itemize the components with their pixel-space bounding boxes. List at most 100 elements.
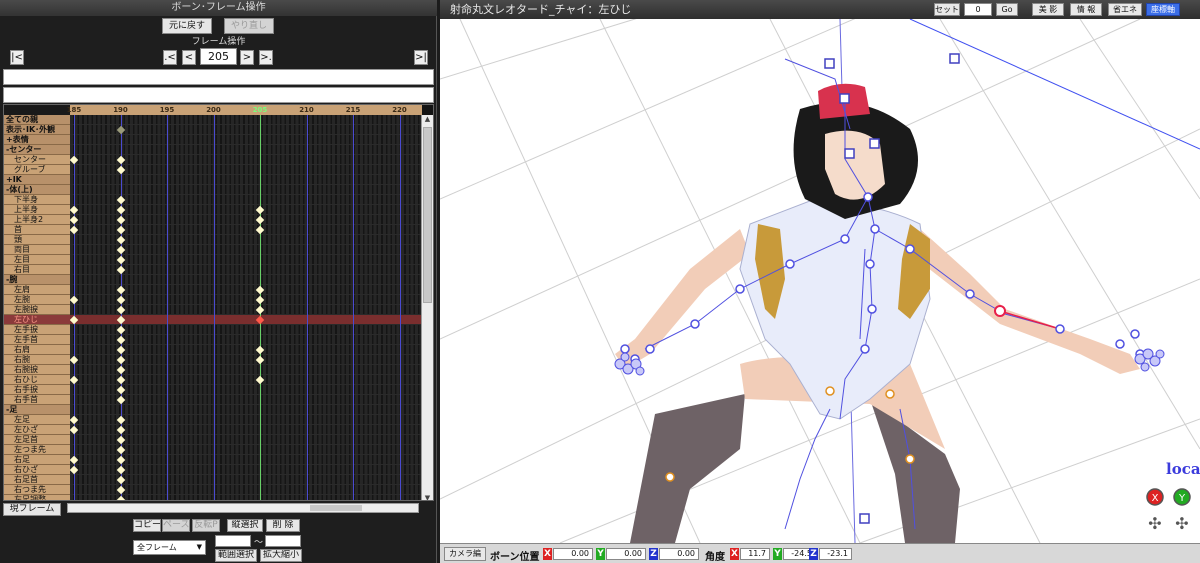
frame-ruler[interactable]: 185 190 195 200 205 210 215 220 bbox=[67, 105, 422, 115]
scroll-down-icon[interactable]: ▼ bbox=[422, 494, 433, 500]
bone-name-row[interactable]: 左目 bbox=[4, 255, 70, 265]
3d-viewport[interactable]: X Y ✣ ✣ local bbox=[440, 19, 1200, 543]
current-frame-button[interactable]: 現フレーム bbox=[3, 503, 61, 516]
prev-key-button[interactable]: .< bbox=[163, 50, 177, 65]
next-key-button[interactable]: >. bbox=[259, 50, 273, 65]
redo-button[interactable]: やり直し bbox=[224, 18, 274, 34]
set-frame-input[interactable]: 0 bbox=[964, 3, 992, 16]
left-elbow-joint[interactable] bbox=[994, 305, 1006, 317]
bone-name-row[interactable]: 右腕 bbox=[4, 355, 70, 365]
keyframe-row[interactable] bbox=[70, 275, 422, 285]
prev-frame-button[interactable]: < bbox=[182, 50, 196, 65]
bone-name-row[interactable]: 両目 bbox=[4, 245, 70, 255]
scale-button[interactable]: 拡大縮小 bbox=[260, 549, 302, 562]
timeline[interactable]: 全ての親 表示･IK･外観 +表情 -センター センター グルーブ +IK -体(上) 下半身上… bbox=[3, 104, 434, 501]
axis-toggle-button[interactable]: 座標軸 bbox=[1146, 3, 1180, 16]
bone-name-row[interactable]: 右ひじ bbox=[4, 375, 70, 385]
bone-name-row[interactable]: -センター bbox=[4, 145, 70, 155]
keyframe-grid[interactable] bbox=[70, 115, 422, 500]
bone-name-row[interactable]: グルーブ bbox=[4, 165, 70, 175]
next-frame-button[interactable]: > bbox=[240, 50, 254, 65]
bone-name-row[interactable]: 右目 bbox=[4, 265, 70, 275]
bone-name-row[interactable]: 左足調整 bbox=[4, 495, 70, 500]
go-button[interactable]: Go bbox=[996, 3, 1018, 16]
frame-gridline bbox=[306, 115, 308, 500]
rotate-y-gizmo[interactable]: Y bbox=[1173, 488, 1191, 506]
local-mode-label[interactable]: local bbox=[1166, 460, 1200, 478]
bone-name-row[interactable]: 全ての親 bbox=[4, 115, 70, 125]
range-end-input[interactable] bbox=[265, 535, 301, 547]
frame-gridline bbox=[353, 115, 354, 500]
copy-button[interactable]: コピー bbox=[133, 519, 161, 532]
bone-name-row[interactable]: 下半身 bbox=[4, 195, 70, 205]
undo-button[interactable]: 元に戻す bbox=[162, 18, 212, 34]
bone-name-row[interactable]: 右手捩 bbox=[4, 385, 70, 395]
timeline-hscroll[interactable] bbox=[67, 503, 419, 513]
bone-name-row[interactable]: 右手首 bbox=[4, 395, 70, 405]
keyframe-row[interactable] bbox=[70, 405, 422, 415]
pos-y-input[interactable]: 0.00 bbox=[606, 548, 646, 560]
angle-z-input[interactable]: -23.1 bbox=[819, 548, 852, 560]
pos-z-input[interactable]: 0.00 bbox=[659, 548, 699, 560]
bone-name-row[interactable]: 首 bbox=[4, 225, 70, 235]
bone-name-row[interactable]: 左腕 bbox=[4, 295, 70, 305]
bone-name-row[interactable]: 左手首 bbox=[4, 335, 70, 345]
eco-button[interactable]: 省エネ bbox=[1108, 3, 1142, 16]
frame-number-input[interactable]: 205 bbox=[200, 48, 237, 65]
range-select-button[interactable]: 範囲選択 bbox=[215, 549, 257, 562]
move-x-gizmo[interactable]: ✣ bbox=[1148, 514, 1161, 533]
bone-name-row[interactable]: 右足 bbox=[4, 455, 70, 465]
bone-name-row[interactable]: 左ひざ bbox=[4, 425, 70, 435]
camera-edit-button[interactable]: カメラ編 bbox=[444, 547, 486, 561]
bone-name-row[interactable]: 頭 bbox=[4, 235, 70, 245]
bone-name-row[interactable]: 左足 bbox=[4, 415, 70, 425]
bone-name-row[interactable]: 右肩 bbox=[4, 345, 70, 355]
shadow-button[interactable]: 美 影 bbox=[1032, 3, 1064, 16]
vertical-select-button[interactable]: 縦選択 bbox=[227, 519, 263, 532]
bone-name-row[interactable]: センター bbox=[4, 155, 70, 165]
bone-name-row[interactable]: 左足首 bbox=[4, 435, 70, 445]
bone-status-bar: カメラ編 ボーン位置 X 0.00 Y 0.00 Z 0.00 角度 X 11.… bbox=[440, 543, 1200, 563]
keyframe-row[interactable] bbox=[70, 135, 422, 145]
bone-name-row[interactable]: 表示･IK･外観 bbox=[4, 125, 70, 135]
last-frame-button[interactable]: >| bbox=[414, 50, 428, 65]
bone-name-row[interactable]: -体(上) bbox=[4, 185, 70, 195]
bone-name-row[interactable]: 上半身 bbox=[4, 205, 70, 215]
first-frame-button[interactable]: |< bbox=[10, 50, 24, 65]
move-y-gizmo[interactable]: ✣ bbox=[1175, 514, 1188, 533]
bone-name-row[interactable]: +表情 bbox=[4, 135, 70, 145]
bone-name-row[interactable]: 右ひざ bbox=[4, 465, 70, 475]
range-start-input[interactable] bbox=[215, 535, 251, 547]
pos-x-input[interactable]: 0.00 bbox=[553, 548, 593, 560]
bone-name-row[interactable]: 左つま先 bbox=[4, 445, 70, 455]
keyframe-row[interactable] bbox=[70, 145, 422, 155]
angle-x-input[interactable]: 11.7 bbox=[740, 548, 770, 560]
bone-name-row[interactable]: 左手捩 bbox=[4, 325, 70, 335]
keyframe-row[interactable] bbox=[70, 115, 422, 125]
bone-name-row[interactable]: -腕 bbox=[4, 275, 70, 285]
set-button[interactable]: セット bbox=[934, 3, 960, 16]
scroll-up-icon[interactable]: ▲ bbox=[422, 115, 433, 123]
bone-name-row[interactable]: +IK bbox=[4, 175, 70, 185]
reverse-paste-button[interactable]: 反転P bbox=[192, 519, 220, 532]
bone-name-row[interactable]: 左ひじ bbox=[4, 315, 70, 325]
model-name-field[interactable] bbox=[3, 69, 434, 85]
paste-button[interactable]: ペースト bbox=[162, 519, 190, 532]
keyframe-row[interactable] bbox=[70, 185, 422, 195]
bone-name-row[interactable]: 右足首 bbox=[4, 475, 70, 485]
hscroll-thumb[interactable] bbox=[310, 505, 362, 511]
timeline-vscroll[interactable]: ▲ ▼ bbox=[421, 115, 433, 500]
frame-filter-select[interactable]: 全フレーム ▼ bbox=[133, 540, 206, 555]
vscroll-thumb[interactable] bbox=[423, 127, 432, 303]
bone-name-row[interactable]: -足 bbox=[4, 405, 70, 415]
info-button[interactable]: 情 報 bbox=[1070, 3, 1102, 16]
keyframe-row[interactable] bbox=[70, 175, 422, 185]
bone-name-row[interactable]: 上半身2 bbox=[4, 215, 70, 225]
bone-name-row[interactable]: 右腕捩 bbox=[4, 365, 70, 375]
bone-name-row[interactable]: 左肩 bbox=[4, 285, 70, 295]
delete-button[interactable]: 削 除 bbox=[266, 519, 300, 532]
bone-name-row[interactable]: 左腕捩 bbox=[4, 305, 70, 315]
rotate-x-gizmo[interactable]: X bbox=[1146, 488, 1164, 506]
bone-name-row[interactable]: 右つま先 bbox=[4, 485, 70, 495]
bone-name-field[interactable] bbox=[3, 87, 434, 103]
